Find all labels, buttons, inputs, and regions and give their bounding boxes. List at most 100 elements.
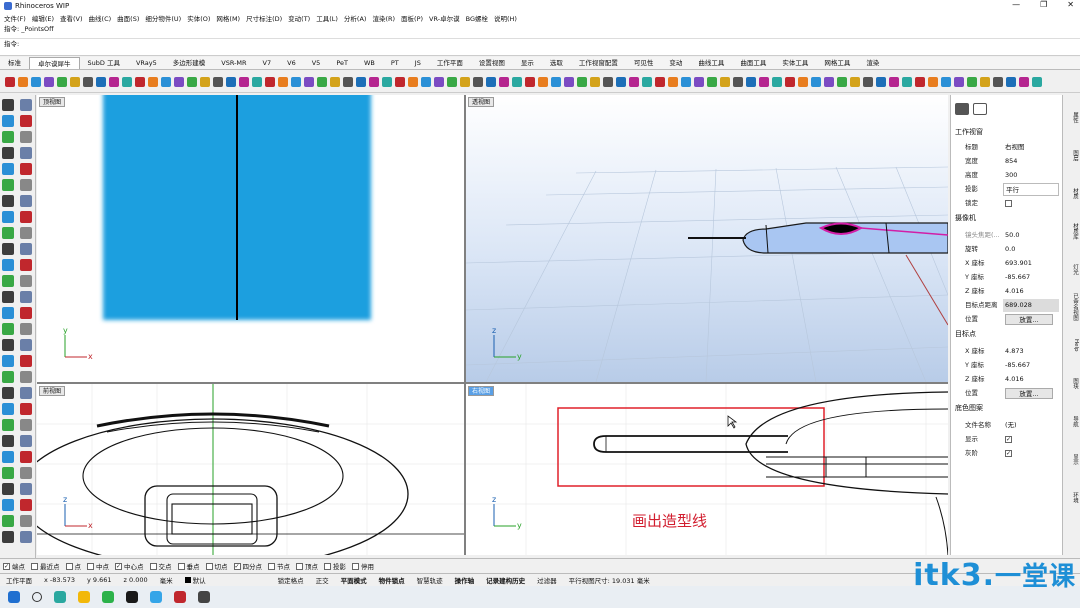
toolbar-tool-icon[interactable] — [525, 76, 535, 87]
toolbar-tool-icon[interactable] — [1019, 76, 1029, 87]
toolbar-tool-icon[interactable] — [187, 76, 197, 87]
toolbar-tool-icon[interactable] — [369, 76, 379, 87]
field-cam-x[interactable]: 693.901 — [1003, 257, 1059, 270]
toolbar-tool-icon[interactable] — [733, 76, 743, 87]
viewport-right[interactable]: 右视图 z y 画出造型线 — [466, 384, 948, 555]
side-tab-7[interactable]: 图块 — [1065, 367, 1079, 399]
left-tool-icon[interactable] — [20, 163, 32, 175]
viewport-right-label[interactable]: 右视图 — [468, 386, 495, 396]
folder-icon[interactable] — [78, 591, 90, 603]
toolbar-tool-icon[interactable] — [343, 76, 353, 87]
toolbar-tool-icon[interactable] — [252, 76, 262, 87]
menu-panels[interactable]: 面板(P) — [401, 13, 423, 23]
toolbar-tool-icon[interactable] — [265, 76, 275, 87]
tab-7[interactable]: V6 — [279, 57, 304, 69]
left-tool-icon[interactable] — [2, 227, 14, 239]
left-tool-icon[interactable] — [20, 467, 32, 479]
edge-icon[interactable] — [150, 591, 162, 603]
toolbar-tool-icon[interactable] — [902, 76, 912, 87]
left-tool-icon[interactable] — [2, 499, 14, 511]
menu-vr[interactable]: VR-卓尔谟 — [429, 13, 460, 23]
grayscale-checkbox[interactable]: ✓ — [1005, 449, 1012, 457]
toolbar-tool-icon[interactable] — [356, 76, 366, 87]
toolbar-tool-icon[interactable] — [1006, 76, 1016, 87]
show-checkbox[interactable]: ✓ — [1005, 435, 1012, 443]
osnap-item[interactable]: 节点 — [268, 561, 290, 571]
search-icon[interactable] — [32, 592, 42, 602]
menu-mesh[interactable]: 网格(M) — [216, 13, 240, 23]
left-tool-icon[interactable] — [2, 371, 14, 383]
menu-dimension[interactable]: 尺寸标注(D) — [246, 13, 282, 23]
status-plane[interactable]: 工作平面 — [0, 575, 38, 585]
menu-solid[interactable]: 实体(O) — [187, 13, 210, 23]
side-tab-5[interactable]: 已命名视图 — [1065, 291, 1079, 323]
osnap-checkbox[interactable]: ✓ — [233, 563, 241, 570]
osnap-checkbox[interactable] — [31, 563, 38, 570]
rhino-task-icon[interactable] — [174, 591, 186, 603]
tab-17[interactable]: 工作视窗配置 — [571, 57, 626, 69]
tab-15[interactable]: 显示 — [513, 57, 542, 69]
osnap-checkbox[interactable] — [324, 563, 331, 570]
tab-4[interactable]: 多边形建模 — [165, 57, 214, 69]
toolbar-tool-icon[interactable] — [967, 76, 977, 87]
osnap-checkbox[interactable] — [149, 563, 157, 570]
toolbar-tool-icon[interactable] — [161, 76, 171, 87]
app-icon-2[interactable] — [126, 591, 138, 603]
left-tool-icon[interactable] — [20, 115, 32, 127]
field-cam-z[interactable]: 4.016 — [1003, 285, 1059, 298]
toolbar-tool-icon[interactable] — [278, 76, 288, 87]
toolbar-tool-icon[interactable] — [720, 76, 730, 87]
tab-10[interactable]: WB — [356, 57, 383, 69]
field-title[interactable]: 右视图 — [1003, 141, 1059, 154]
field-target-distance[interactable]: 689.028 — [1003, 299, 1059, 312]
toolbar-tool-icon[interactable] — [44, 76, 54, 87]
tab-8[interactable]: V5 — [304, 57, 329, 69]
menu-bg[interactable]: BG螺栓 — [466, 13, 488, 23]
left-tool-icon[interactable] — [20, 307, 32, 319]
toolbar-tool-icon[interactable] — [954, 76, 964, 87]
osnap-item[interactable]: 中点 — [87, 561, 109, 571]
left-tool-icon[interactable] — [2, 467, 14, 479]
toolbar-tool-icon[interactable] — [5, 76, 15, 87]
toolbar-tool-icon[interactable] — [876, 76, 886, 87]
toolbar-tool-icon[interactable] — [993, 76, 1003, 87]
lock-checkbox[interactable] — [1005, 199, 1012, 207]
left-tool-icon[interactable] — [20, 259, 32, 271]
left-tool-icon[interactable] — [2, 179, 14, 191]
camera-place-button[interactable]: 放置... — [1005, 314, 1053, 325]
left-tool-icon[interactable] — [20, 483, 32, 495]
side-tab-2[interactable]: 材质 — [1065, 177, 1079, 209]
camera-icon[interactable] — [955, 103, 969, 115]
viewport-front-label[interactable]: 前视图 — [39, 386, 66, 396]
projection-select[interactable]: 平行 — [1003, 183, 1059, 196]
side-tab-9[interactable]: 显示 — [1065, 443, 1079, 475]
menu-file[interactable]: 文件(F) — [4, 13, 26, 23]
side-tab-1[interactable]: 图层 — [1065, 139, 1079, 171]
tab-11[interactable]: PT — [383, 57, 407, 69]
status-toggle[interactable]: 物件锁点 — [373, 575, 411, 585]
toolbar-tool-icon[interactable] — [473, 76, 483, 87]
field-focal[interactable]: 50.0 — [1003, 229, 1059, 242]
left-tool-icon[interactable] — [20, 531, 32, 543]
menu-curve[interactable]: 曲线(C) — [89, 13, 112, 23]
viewport-perspective[interactable]: 透视图 z y — [466, 95, 948, 382]
toolbar-tool-icon[interactable] — [421, 76, 431, 87]
toolbar-tool-icon[interactable] — [538, 76, 548, 87]
viewport-perspective-label[interactable]: 透视图 — [468, 97, 495, 107]
osnap-checkbox[interactable] — [65, 563, 73, 570]
side-tab-0[interactable]: 属性 — [1065, 101, 1079, 133]
toolbar-tool-icon[interactable] — [304, 76, 314, 87]
left-tool-icon[interactable] — [2, 99, 14, 111]
menu-edit[interactable]: 编辑(E) — [32, 13, 54, 23]
field-width[interactable]: 854 — [1003, 155, 1059, 168]
left-tool-icon[interactable] — [2, 323, 14, 335]
left-tool-icon[interactable] — [2, 195, 14, 207]
tab-19[interactable]: 变动 — [661, 57, 690, 69]
tab-24[interactable]: 渲染 — [858, 57, 887, 69]
tab-3[interactable]: VRay5 — [128, 57, 165, 69]
tab-18[interactable]: 可见性 — [626, 57, 662, 69]
command-input[interactable]: 指令: — [0, 38, 1080, 48]
menu-analyze[interactable]: 分析(A) — [344, 13, 367, 23]
left-tool-icon[interactable] — [2, 435, 14, 447]
toolbar-tool-icon[interactable] — [200, 76, 210, 87]
